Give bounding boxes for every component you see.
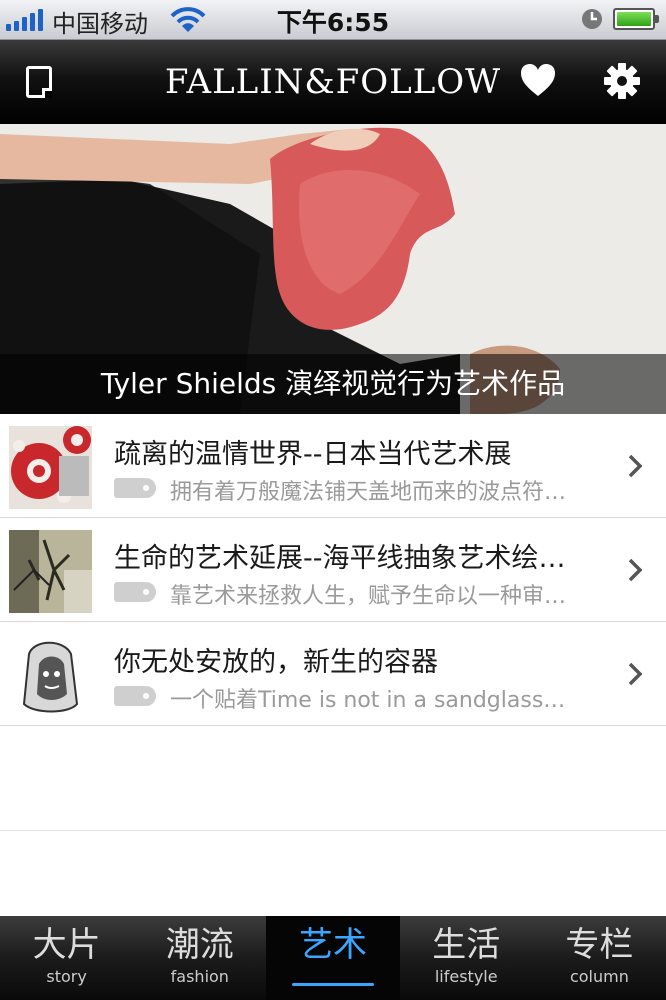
article-title: 生命的艺术延展--海平线抽象艺术绘… (114, 543, 566, 574)
tab-sublabel: lifestyle (434, 967, 498, 986)
favorites-heart-icon[interactable] (519, 62, 557, 98)
tab-label: 大片 (32, 925, 101, 965)
tab-fashion[interactable]: 潮流 fashion (133, 916, 266, 1000)
article-title: 你无处安放的，新生的容器 (114, 647, 438, 678)
tab-column[interactable]: 专栏 column (533, 916, 666, 1000)
article-title: 疏离的温情世界--日本当代艺术展 (114, 439, 512, 470)
settings-gear-icon[interactable] (603, 62, 641, 100)
tab-label: 生活 (432, 925, 501, 965)
status-time: 下午6:55 (276, 8, 390, 37)
tag-icon (114, 478, 156, 498)
tab-sublabel: column (569, 967, 629, 986)
list-item[interactable]: 你无处安放的，新生的容器 一个贴着Time is not in a sandgl… (0, 622, 666, 726)
chevron-right-icon (628, 454, 642, 478)
chevron-right-icon (628, 662, 642, 686)
tag-icon (114, 582, 156, 602)
article-summary: 一个贴着Time is not in a sandglass… (170, 688, 566, 713)
article-summary: 拥有着万般魔法铺天盖地而来的波点符… (170, 480, 567, 505)
list-divider (0, 830, 666, 831)
tab-label: 专栏 (565, 925, 634, 965)
tab-art[interactable]: 艺术 (266, 916, 400, 1000)
status-bar: 中国移动 下午6:55 (0, 0, 666, 40)
alarm-clock-icon (582, 9, 602, 29)
list-item[interactable]: 生命的艺术延展--海平线抽象艺术绘… 靠艺术来拯救人生，赋予生命以一种审… (0, 518, 666, 622)
nav-bar: FALLIN&FOLLOW (0, 40, 666, 124)
banner-caption: Tyler Shields 演绎视觉行为艺术作品 (0, 354, 666, 414)
featured-banner[interactable]: Tyler Shields 演绎视觉行为艺术作品 (0, 124, 666, 414)
app-logo: FALLIN&FOLLOW (164, 62, 502, 102)
tab-bar: 大片 story 潮流 fashion 艺术 生活 lifestyle 专栏 c… (0, 916, 666, 1000)
article-list: 疏离的温情世界--日本当代艺术展 拥有着万般魔法铺天盖地而来的波点符… 生命的艺… (0, 414, 666, 726)
tag-icon (114, 686, 156, 706)
list-item[interactable]: 疏离的温情世界--日本当代艺术展 拥有着万般魔法铺天盖地而来的波点符… (0, 414, 666, 518)
tab-sublabel: fashion (170, 967, 229, 986)
article-thumbnail (9, 634, 92, 717)
battery-icon (613, 8, 659, 30)
tab-sublabel: story (46, 967, 87, 986)
tab-lifestyle[interactable]: 生活 lifestyle (400, 916, 533, 1000)
tab-label: 艺术 (299, 925, 367, 965)
article-thumbnail (9, 426, 92, 509)
article-summary: 靠艺术来拯救人生，赋予生命以一种审… (170, 584, 567, 609)
tab-label: 潮流 (165, 925, 234, 965)
chevron-right-icon (628, 558, 642, 582)
article-thumbnail (9, 530, 92, 613)
tab-story[interactable]: 大片 story (0, 916, 133, 1000)
active-tab-indicator (292, 983, 374, 986)
